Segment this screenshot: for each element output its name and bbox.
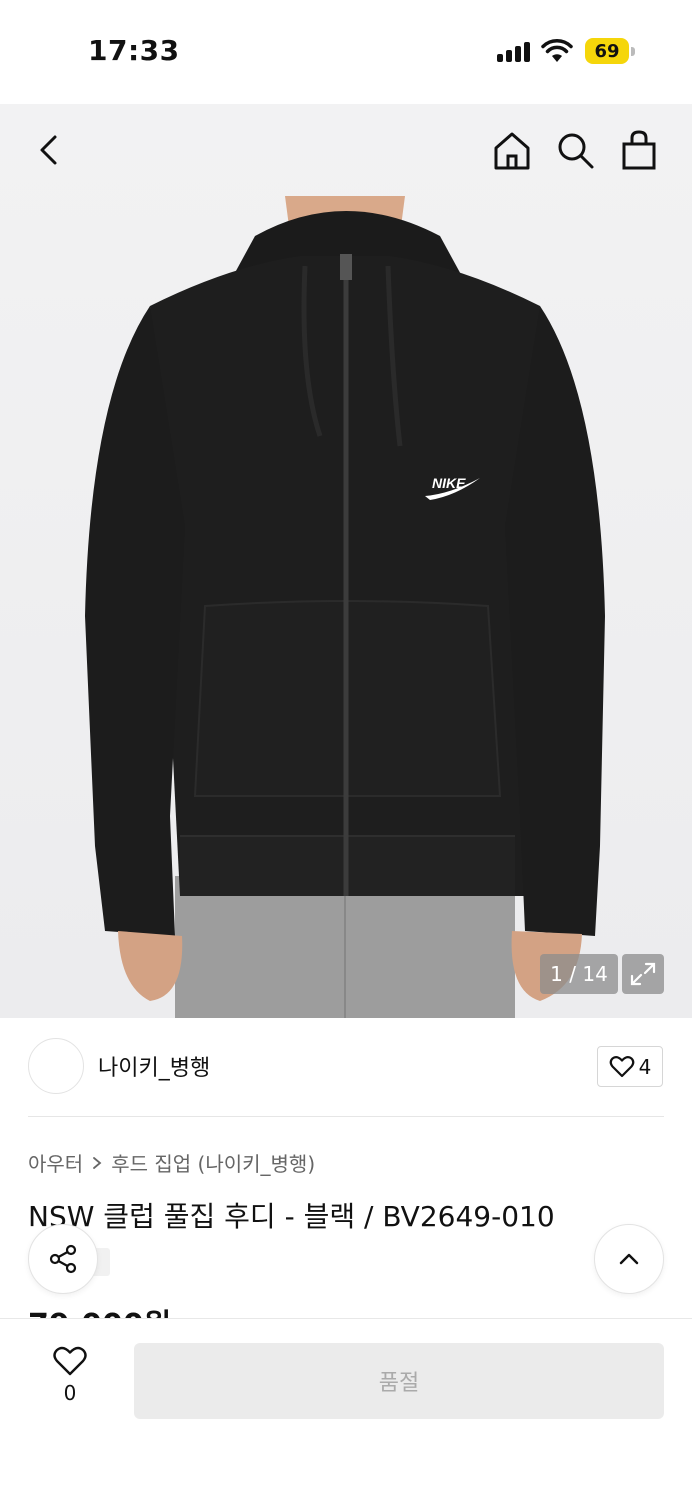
product-gallery[interactable]: NIKE 1 / 14 xyxy=(0,104,692,1018)
cellular-signal-icon xyxy=(497,40,533,62)
status-time: 17:33 xyxy=(88,34,180,67)
breadcrumb: 아우터 후드 집업 (나이키_병행) xyxy=(28,1148,315,1177)
divider xyxy=(28,1116,664,1117)
product-title: NSW 클럽 풀집 후디 - 블랙 / BV2649-010 xyxy=(28,1200,555,1233)
share-button[interactable] xyxy=(28,1224,98,1294)
top-navigation xyxy=(0,104,692,196)
share-icon xyxy=(49,1244,77,1274)
image-counter: 1 / 14 xyxy=(540,954,618,994)
chevron-up-icon xyxy=(619,1253,639,1265)
status-bar: 17:33 69 xyxy=(0,0,692,104)
chevron-left-icon[interactable] xyxy=(28,128,72,172)
shopping-bag-icon[interactable] xyxy=(617,128,661,172)
wishlist-count: 0 xyxy=(63,1381,77,1405)
scroll-to-top-button[interactable] xyxy=(594,1224,664,1294)
seller-name[interactable]: 나이키_병행 xyxy=(98,1050,210,1082)
store-like-button[interactable]: 4 xyxy=(597,1046,663,1087)
home-icon[interactable] xyxy=(490,128,534,172)
expand-icon[interactable] xyxy=(622,954,664,994)
breadcrumb-category[interactable]: 아우터 xyxy=(28,1148,83,1177)
wishlist-button[interactable]: 0 xyxy=(38,1345,102,1415)
sold-out-button[interactable]: 품절 xyxy=(134,1343,664,1419)
heart-icon xyxy=(609,1055,634,1077)
search-icon[interactable] xyxy=(553,128,597,172)
chevron-right-icon xyxy=(93,1156,102,1169)
wifi-icon xyxy=(541,38,573,64)
bottom-action-bar: 0 품절 xyxy=(0,1318,692,1500)
product-photo: NIKE xyxy=(85,196,605,1018)
heart-icon xyxy=(53,1346,87,1376)
battery-icon: 69 xyxy=(585,38,635,64)
avatar[interactable] xyxy=(28,1038,84,1094)
seller-row[interactable]: 나이키_병행 4 xyxy=(0,1018,692,1118)
breadcrumb-subcategory[interactable]: 후드 집업 (나이키_병행) xyxy=(111,1148,315,1177)
battery-level: 69 xyxy=(585,38,629,64)
store-like-count: 4 xyxy=(638,1054,652,1079)
